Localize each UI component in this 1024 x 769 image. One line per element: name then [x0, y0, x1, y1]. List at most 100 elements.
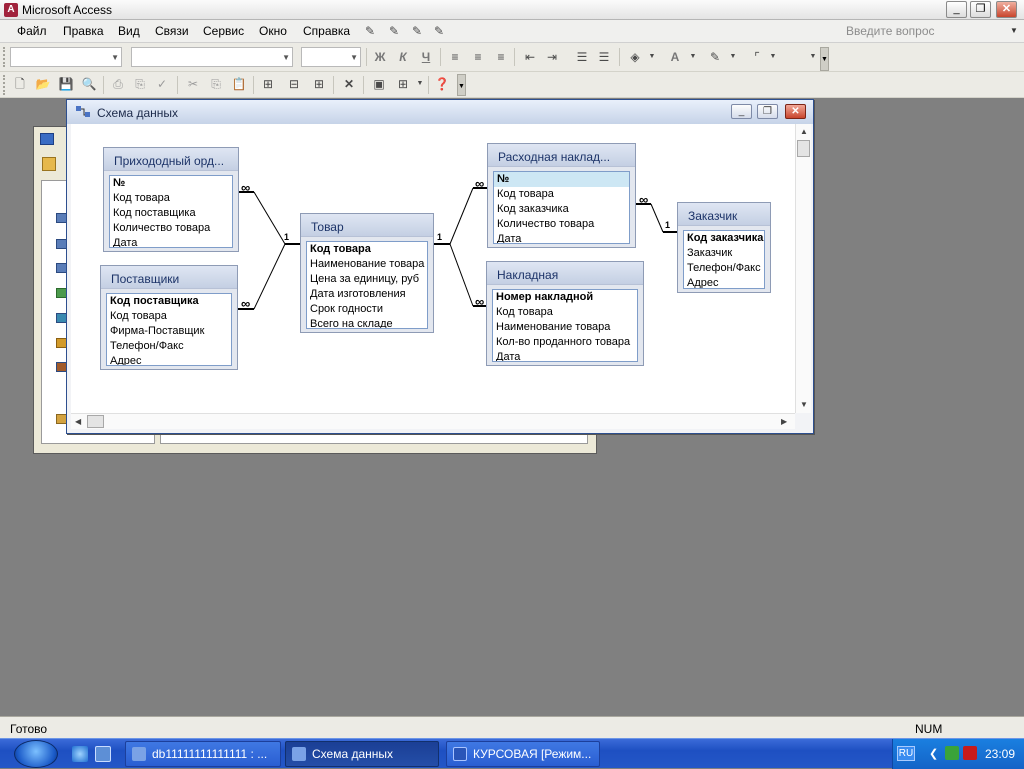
- bold-button[interactable]: Ж: [371, 48, 389, 66]
- relationships-titlebar[interactable]: Схема данных _ ❐ ✕: [67, 100, 813, 124]
- italic-button[interactable]: К: [394, 48, 412, 66]
- chevron-down-icon[interactable]: ▼: [724, 48, 742, 66]
- field-list[interactable]: № Код товара Код заказчика Количество товар…: [493, 171, 630, 244]
- cut-icon[interactable]: ✂: [184, 75, 202, 93]
- primary-key-field[interactable]: Код заказчика: [684, 231, 764, 246]
- field-list[interactable]: Код поставщика Код товара Фирма-Поставщик Т…: [106, 293, 232, 366]
- horizontal-scrollbar[interactable]: ◀ ▶: [71, 413, 795, 429]
- paste-icon[interactable]: 📋: [230, 75, 248, 93]
- new-file-icon[interactable]: 🗋: [11, 75, 29, 93]
- table-nakladnaya[interactable]: Накладная Номер накладной Код товара Наиме…: [486, 261, 644, 366]
- start-button[interactable]: [14, 740, 58, 768]
- field-item[interactable]: Код товара: [493, 305, 637, 320]
- scroll-up-icon[interactable]: ▲: [800, 127, 808, 136]
- show-table-tool-icon[interactable]: ✎: [385, 22, 403, 40]
- toolbar-options-icon[interactable]: ▼: [820, 47, 829, 71]
- field-item[interactable]: Код заказчика: [494, 202, 629, 217]
- menu-window[interactable]: Окно: [259, 24, 287, 38]
- network-icon[interactable]: [945, 746, 959, 760]
- database-window-icon[interactable]: ▣: [370, 75, 388, 93]
- menu-file[interactable]: Файл: [17, 24, 47, 38]
- table-title[interactable]: Накладная: [487, 262, 643, 285]
- primary-key-field[interactable]: Код поставщика: [107, 294, 231, 309]
- field-item[interactable]: Адрес: [684, 276, 764, 288]
- table-zakazchik[interactable]: Заказчик Код заказчика Заказчик Телефон/Фа…: [677, 202, 771, 293]
- vertical-scrollbar[interactable]: ▲ ▼: [795, 124, 811, 413]
- font-color-button[interactable]: А: [666, 48, 684, 66]
- file-search-icon[interactable]: 🔍: [80, 75, 98, 93]
- tray-expand-icon[interactable]: ❮: [929, 747, 938, 760]
- align-center-icon[interactable]: ≡: [469, 48, 487, 66]
- taskbar-item-word[interactable]: КУРСОВАЯ [Режим...: [446, 741, 600, 767]
- field-list[interactable]: № Код товара Код поставщика Количество това…: [109, 175, 233, 248]
- increase-indent-icon[interactable]: ⇥: [543, 48, 561, 66]
- object-combo[interactable]: ▼: [10, 47, 122, 67]
- delete-icon[interactable]: ✕: [340, 75, 358, 93]
- toolbar-grip[interactable]: [3, 75, 6, 95]
- table-title[interactable]: Расходная наклад...: [488, 144, 635, 167]
- underline-button[interactable]: Ч: [417, 48, 435, 66]
- internet-explorer-icon[interactable]: [72, 746, 88, 762]
- field-item[interactable]: Срок годности: [307, 302, 427, 317]
- scroll-right-icon[interactable]: ▶: [781, 417, 787, 426]
- table-title[interactable]: Товар: [301, 214, 433, 237]
- close-button[interactable]: ✕: [996, 1, 1017, 18]
- field-item[interactable]: Код товара: [107, 309, 231, 324]
- field-item[interactable]: Наименование товара: [307, 257, 427, 272]
- table-tovar[interactable]: Товар Код товара Наименование товара Цена …: [300, 213, 434, 333]
- field-item[interactable]: Дата: [493, 350, 637, 361]
- align-left-icon[interactable]: ≡: [446, 48, 464, 66]
- help-icon[interactable]: ❓: [433, 75, 451, 93]
- ask-question-input[interactable]: Введите вопрос: [846, 24, 935, 38]
- table-prikhodny[interactable]: Прихододный орд... № Код товара Код постав…: [103, 147, 239, 252]
- menu-view[interactable]: Вид: [118, 24, 140, 38]
- field-item[interactable]: Фирма-Поставщик: [107, 324, 231, 339]
- scroll-thumb[interactable]: [797, 140, 810, 157]
- bullet-list-icon[interactable]: ☰: [595, 48, 613, 66]
- scroll-left-icon[interactable]: ◀: [75, 417, 81, 426]
- scroll-thumb[interactable]: [87, 415, 104, 428]
- show-all-icon[interactable]: ⊞: [310, 75, 328, 93]
- primary-key-field[interactable]: Код товара: [307, 242, 427, 257]
- direct-relationships-tool-icon[interactable]: ✎: [430, 22, 448, 40]
- scroll-down-icon[interactable]: ▼: [800, 400, 808, 409]
- show-desktop-icon[interactable]: [95, 746, 111, 762]
- toolbar-grip[interactable]: [3, 47, 6, 67]
- field-item[interactable]: Телефон/Факс: [684, 261, 764, 276]
- line-color-icon[interactable]: ✎: [706, 48, 724, 66]
- field-item[interactable]: Код поставщика: [110, 206, 232, 221]
- relationships-window[interactable]: Схема данных _ ❐ ✕ ∞ 1 ∞ 1 ∞ ∞ ∞ 1 Прихо…: [66, 99, 814, 434]
- field-list[interactable]: Номер накладной Код товара Наименование то…: [492, 289, 638, 362]
- font-name-combo[interactable]: ▼: [131, 47, 293, 67]
- spelling-icon[interactable]: ✓: [153, 75, 171, 93]
- field-item[interactable]: Количество товара: [110, 221, 232, 236]
- field-item[interactable]: Количество товара: [494, 217, 629, 232]
- print-icon[interactable]: ⎙: [109, 75, 127, 93]
- font-size-combo[interactable]: ▼: [301, 47, 361, 67]
- table-title[interactable]: Заказчик: [678, 203, 770, 226]
- new-object-icon[interactable]: ⊞: [394, 75, 412, 93]
- relationship-tool-icon[interactable]: ✎: [361, 22, 379, 40]
- restore-button[interactable]: ❐: [970, 1, 991, 18]
- align-right-icon[interactable]: ≡: [492, 48, 510, 66]
- field-item[interactable]: Цена за единицу, руб: [307, 272, 427, 287]
- chevron-down-icon[interactable]: ▼: [764, 48, 782, 66]
- menu-edit[interactable]: Правка: [63, 24, 104, 38]
- show-direct-icon[interactable]: ⊟: [285, 75, 303, 93]
- field-item[interactable]: Код товара: [110, 191, 232, 206]
- taskbar-item-database[interactable]: db11111111111111 : ...: [125, 741, 281, 767]
- language-indicator[interactable]: RU: [897, 746, 915, 761]
- menu-tools[interactable]: Сервис: [203, 24, 244, 38]
- table-title[interactable]: Поставщики: [101, 266, 237, 289]
- fill-color-icon[interactable]: ◈: [626, 48, 644, 66]
- save-icon[interactable]: 💾: [57, 75, 75, 93]
- field-item[interactable]: Телефон/Факс: [107, 339, 231, 354]
- field-item[interactable]: Дата: [494, 232, 629, 243]
- primary-key-field[interactable]: №: [110, 176, 232, 191]
- relationships-canvas[interactable]: ∞ 1 ∞ 1 ∞ ∞ ∞ 1 Прихододный орд... № Код товара К…: [71, 124, 795, 413]
- open-folder-icon[interactable]: 📂: [34, 75, 52, 93]
- menu-relationships[interactable]: Связи: [155, 24, 189, 38]
- decrease-indent-icon[interactable]: ⇤: [521, 48, 539, 66]
- field-list[interactable]: Код заказчика Заказчик Телефон/Факс Адрес: [683, 230, 765, 289]
- chevron-down-icon[interactable]: ▼: [684, 48, 702, 66]
